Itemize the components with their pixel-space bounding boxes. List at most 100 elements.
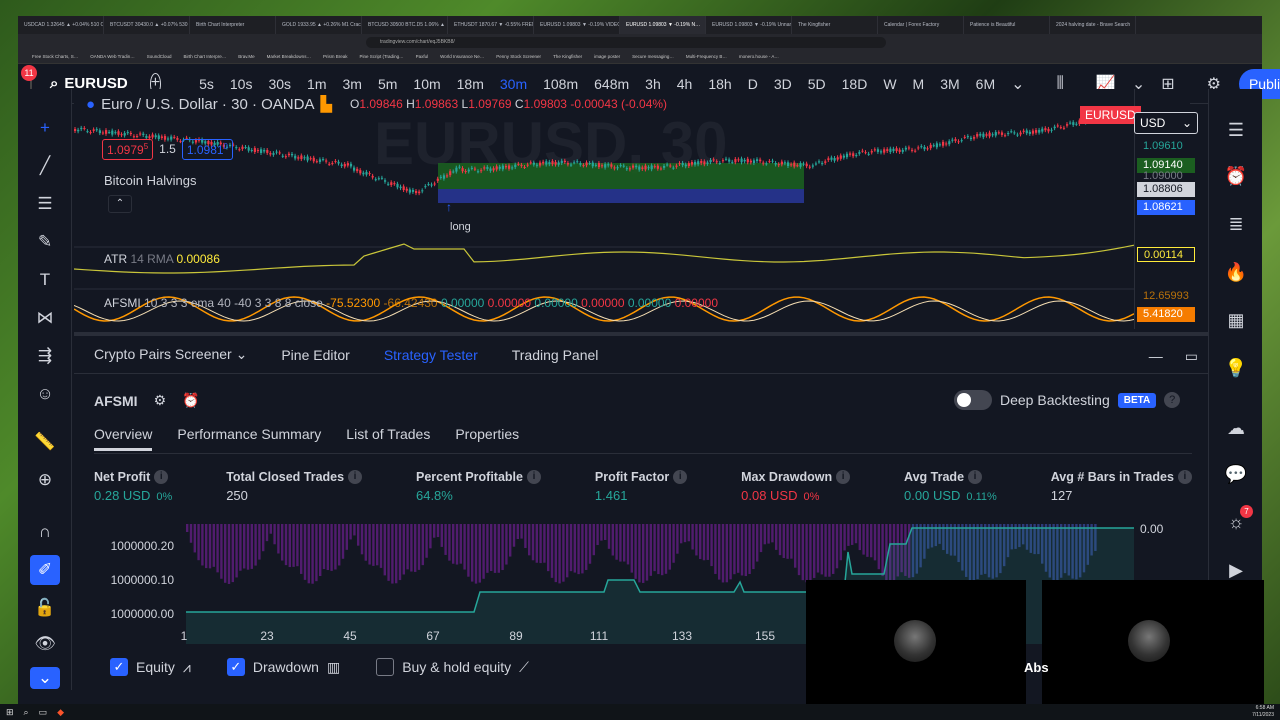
buy-hold-checkbox[interactable]: Buy & hold equity ⟋ xyxy=(376,658,529,676)
maximize-icon[interactable]: ▭ xyxy=(1185,348,1198,365)
lightbulb-icon[interactable]: 💡 xyxy=(1221,353,1251,383)
deep-backtesting-toggle[interactable] xyxy=(954,390,992,410)
equity-checkbox[interactable]: ✓ Equity ⩘ xyxy=(110,658,191,676)
emoji-icon[interactable]: ☺ xyxy=(30,379,60,409)
bookmark[interactable]: Penny Stock Screener xyxy=(496,54,541,59)
zoom-icon[interactable]: ⊕ xyxy=(30,465,60,495)
watchlist-icon[interactable]: ☰ xyxy=(1221,115,1251,145)
info-icon[interactable]: i xyxy=(348,470,363,484)
browser-tab[interactable]: USDCAD 1.32645 ▲ +0.04% 510 C… xyxy=(18,16,104,34)
bottom-tabs: Crypto Pairs Screener ⌄ Pine Editor Stra… xyxy=(74,336,1208,374)
drawdown-bar xyxy=(600,524,603,541)
browser-tab[interactable]: Patience is Beautiful xyxy=(964,16,1050,34)
eye-icon[interactable]: 👁 xyxy=(30,629,60,659)
chat-icon[interactable]: 💬 xyxy=(1221,459,1251,489)
info-icon[interactable]: i xyxy=(154,470,169,484)
info-icon[interactable]: i xyxy=(968,470,983,484)
main-chart[interactable]: EURUSD, 30 ↑ ● Euro / U.S. Dollar · 30 ·… xyxy=(74,89,1134,329)
pattern-icon[interactable]: ⋈ xyxy=(30,303,60,333)
chart-title[interactable]: Euro / U.S. Dollar · 30 · OANDA xyxy=(101,96,314,113)
subtab-performance-summary[interactable]: Performance Summary xyxy=(177,426,321,451)
browser-tab[interactable]: EURUSD 1.09803 ▼ -0.19% Unnam… xyxy=(706,16,792,34)
task-view-icon[interactable]: ▭ xyxy=(39,707,48,718)
sell-button[interactable]: 1.09795 xyxy=(102,139,154,160)
browser-tab[interactable]: EURUSD 1.09803 ▼ -0.19% VIDEO… xyxy=(534,16,620,34)
browser-tab[interactable]: The Kingfisher xyxy=(792,16,878,34)
ideas-icon[interactable]: ☼ 7 xyxy=(1221,505,1253,537)
currency-select[interactable]: USD ⌄ xyxy=(1134,112,1198,134)
windows-start-icon[interactable]: ⊞ xyxy=(6,707,14,718)
browser-tab[interactable]: 2024 halving date - Brave Search xyxy=(1050,16,1136,34)
chart-canvas: ↑ xyxy=(74,112,1134,322)
brave-browser-icon[interactable]: ◆ xyxy=(57,707,64,718)
drawdown-bar xyxy=(843,524,846,551)
gear-icon[interactable]: ⚙ xyxy=(154,392,167,409)
bookmark[interactable]: Brav.Me xyxy=(238,54,254,59)
bookmark[interactable]: OANDA Web Tradin… xyxy=(90,54,134,59)
alarm-add-icon[interactable]: ⏰ xyxy=(182,392,199,409)
calendar-icon[interactable]: ▦ xyxy=(1221,305,1251,335)
buy-button[interactable]: 1.09810 xyxy=(181,139,233,160)
bookmark[interactable]: image poster xyxy=(594,54,620,59)
bookmark[interactable]: Free Stock Charts, S… xyxy=(32,54,78,59)
x-tick-label: 67 xyxy=(426,629,440,643)
tab-pine-editor[interactable]: Pine Editor xyxy=(281,347,349,363)
bookmark[interactable]: Multi-Frequency B… xyxy=(686,54,727,59)
bookmark[interactable]: Pine Script (Trading… xyxy=(359,54,403,59)
lock-drawing-icon[interactable]: ✐ xyxy=(30,555,60,585)
browser-tab[interactable]: ETHUSDT 1870.67 ▼ -0.55% FREN… xyxy=(448,16,534,34)
subtab-list-of-trades[interactable]: List of Trades xyxy=(346,426,430,451)
bookmark[interactable]: monero.house - A… xyxy=(739,54,779,59)
info-icon[interactable]: i xyxy=(673,470,688,484)
bookmark[interactable]: Secure messaging… xyxy=(632,54,674,59)
prediction-icon[interactable]: ⇶ xyxy=(30,341,60,371)
chevron-down-icon[interactable]: ⌄ xyxy=(30,667,60,689)
help-icon[interactable]: ? xyxy=(1164,392,1181,408)
minimize-icon[interactable]: — xyxy=(1149,348,1163,365)
collapse-legend-button[interactable]: ⌃ xyxy=(108,195,132,213)
indicator-label[interactable]: Bitcoin Halvings xyxy=(104,173,197,188)
search-icon[interactable]: ⌕ xyxy=(24,707,29,718)
tab-crypto-pairs-screener[interactable]: Crypto Pairs Screener ⌄ xyxy=(94,346,247,363)
bookmark[interactable]: Birth Chart Interpre… xyxy=(183,54,226,59)
magnet-icon[interactable]: ∩ xyxy=(30,517,60,547)
lock-icon[interactable]: 🔓 xyxy=(30,593,60,623)
ruler-icon[interactable]: 📏 xyxy=(30,427,60,457)
subtab-properties[interactable]: Properties xyxy=(455,426,519,451)
drawdown-bar xyxy=(303,524,307,580)
drawdown-bar xyxy=(334,524,337,570)
browser-tab-active[interactable]: EURUSD 1.09803 ▼ -0.19% N… xyxy=(620,16,706,34)
bookmark[interactable]: SoundCloud xyxy=(147,54,172,59)
info-icon[interactable]: i xyxy=(1177,470,1192,484)
bookmark[interactable]: Prism Break xyxy=(323,54,348,59)
bookmark[interactable]: Paxful xyxy=(416,54,429,59)
bookmark[interactable]: World Insurance Ne… xyxy=(440,54,484,59)
info-icon[interactable]: i xyxy=(526,470,541,484)
hotlist-icon[interactable]: 🔥 xyxy=(1221,257,1251,287)
drawdown-bar xyxy=(258,524,261,560)
browser-tab[interactable]: BTCUSDT 30430.0 ▲ +0.07% 530 … xyxy=(104,16,190,34)
bookmark[interactable]: Market Breakdowns… xyxy=(267,54,311,59)
fib-icon[interactable]: ☰ xyxy=(30,189,60,219)
object-tree-icon[interactable]: ≣ xyxy=(1221,209,1251,239)
trend-line-icon[interactable]: ╱ xyxy=(30,151,60,181)
equity-chart[interactable]: 1000000.20 1000000.10 1000000.00 0.00 1 2… xyxy=(94,524,1192,644)
info-icon[interactable]: i xyxy=(836,470,851,484)
browser-tab[interactable]: Birth Chart Interpreter xyxy=(190,16,276,34)
browser-tab[interactable]: BTCUSD 30500 BTC.D5 1.06% ▲ … xyxy=(362,16,448,34)
tab-strategy-tester[interactable]: Strategy Tester xyxy=(384,347,478,363)
browser-tab[interactable]: GOLD 1933.95 ▲ +0.26% M1 Crack xyxy=(276,16,362,34)
url-field[interactable]: tradingview.com/chart/eqJ5BKB8/ xyxy=(366,36,886,48)
crosshair-icon[interactable]: + xyxy=(30,113,60,143)
alarm-clock-icon[interactable]: ⏰ xyxy=(1221,161,1251,191)
subtab-overview[interactable]: Overview xyxy=(94,426,153,451)
tab-trading-panel[interactable]: Trading Panel xyxy=(512,347,599,363)
brush-icon[interactable]: ✎ xyxy=(30,227,60,257)
cloud-icon[interactable]: ☁ xyxy=(1221,413,1251,443)
drawdown-checkbox[interactable]: ✓ Drawdown ▥ xyxy=(226,658,340,676)
strategy-header: AFSMI ⚙ ⏰ xyxy=(94,392,200,409)
deep-backtesting: Deep Backtesting BETA ? xyxy=(954,390,1181,410)
bookmark[interactable]: The Kingfisher xyxy=(553,54,582,59)
browser-tab[interactable]: Calendar | Forex Factory xyxy=(878,16,964,34)
text-icon[interactable]: T xyxy=(30,265,60,295)
